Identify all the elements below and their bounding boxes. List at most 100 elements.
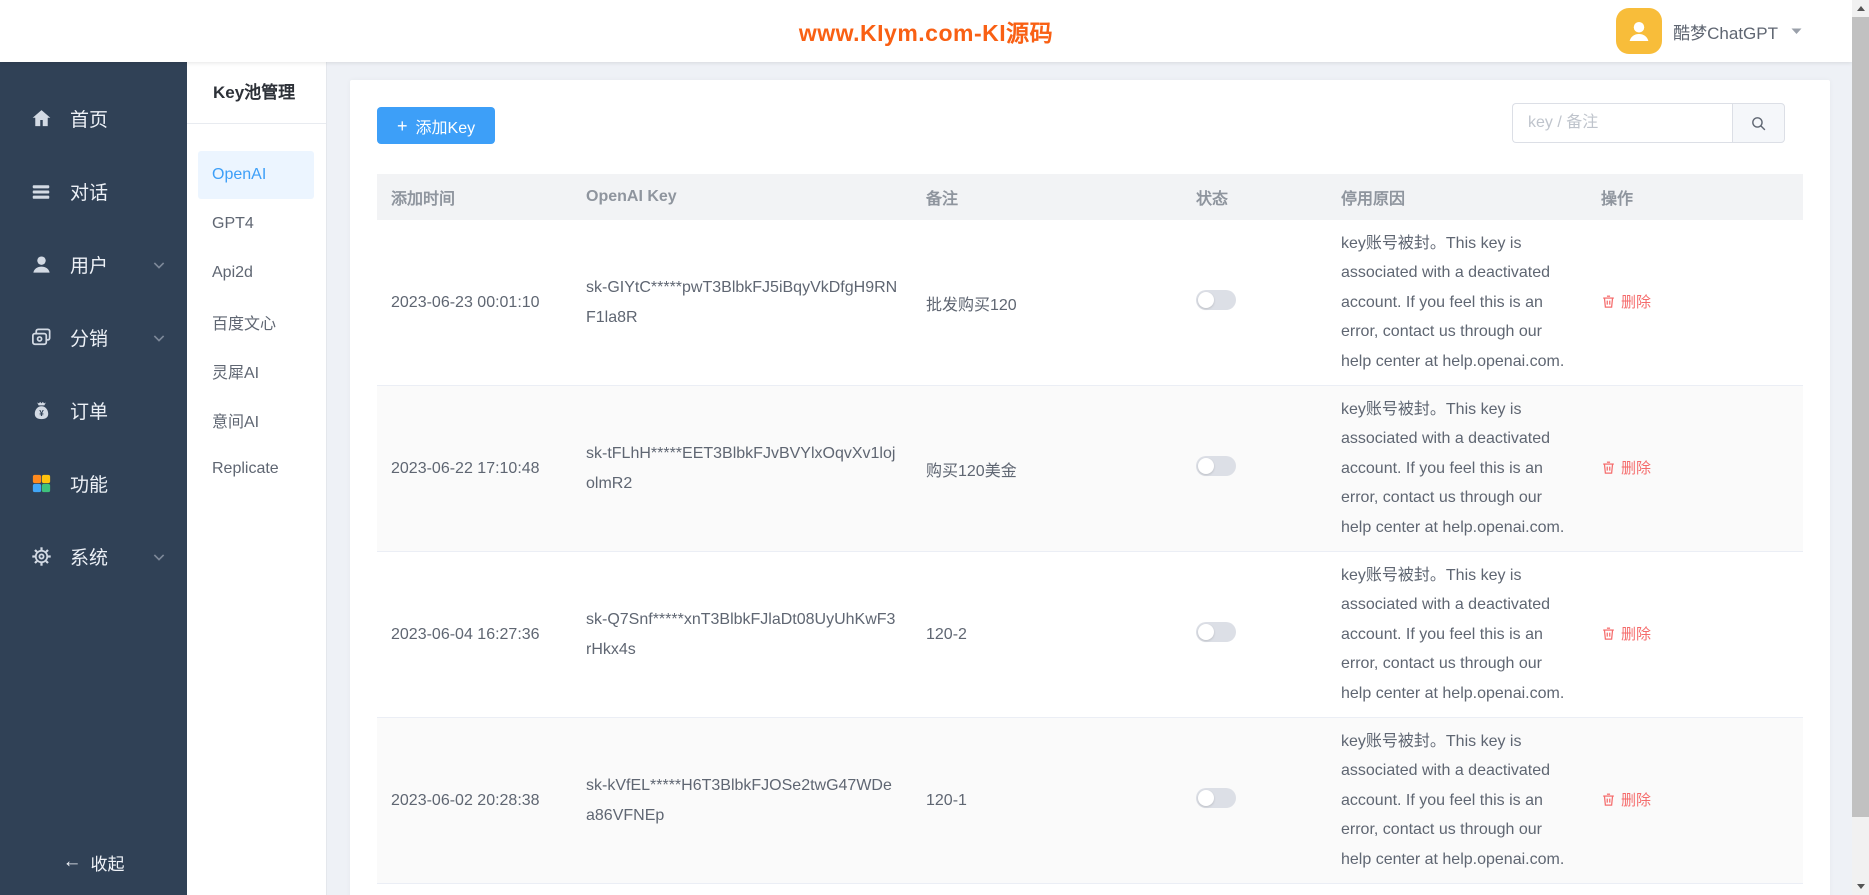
trash-icon (1601, 294, 1616, 309)
table-body: 2023-06-23 00:01:10 sk-GIYtC*****pwT3Blb… (377, 220, 1803, 884)
table-row: 2023-06-04 16:27:36 sk-Q7Snf*****xnT3Blb… (377, 552, 1803, 718)
list-icon (29, 180, 53, 204)
main-sidebar: 首页 对话 用户 分销 ¥ 订单 功能 系统 ← 收起 (0, 62, 187, 895)
submenu-item-replicate[interactable]: Replicate (198, 445, 314, 493)
delete-button[interactable]: 删除 (1601, 457, 1651, 478)
sidebar-collapse-button[interactable]: ← 收起 (0, 839, 187, 885)
submenu-item-lingxi-ai[interactable]: 灵犀AI (198, 347, 314, 395)
sidebar-item-users[interactable]: 用户 (0, 228, 187, 301)
trash-icon (1601, 792, 1616, 807)
status-toggle[interactable] (1196, 788, 1236, 808)
avatar[interactable] (1616, 8, 1663, 54)
delete-label: 删除 (1621, 294, 1652, 311)
delete-button[interactable]: 删除 (1601, 291, 1651, 312)
cell-status (1182, 622, 1327, 647)
cell-added-time: 2023-06-04 16:27:36 (391, 625, 540, 643)
column-header: 备注 (926, 191, 959, 208)
table-row: 2023-06-23 00:01:10 sk-GIYtC*****pwT3Blb… (377, 220, 1803, 386)
sidebar-nav: 首页 对话 用户 分销 ¥ 订单 功能 系统 (0, 62, 187, 593)
home-icon (29, 107, 53, 131)
cell-openai-key: sk-kVfEL*****H6T3BlbkFJOSe2twG47WDea86VF… (586, 776, 892, 824)
cell-added-time: 2023-06-23 00:01:10 (391, 293, 540, 311)
cell-added-time: 2023-06-02 20:28:38 (391, 791, 540, 809)
submenu-title: Key池管理 (187, 62, 326, 124)
cell-note: 120-2 (926, 625, 967, 643)
submenu-item-baidu-wenxin[interactable]: 百度文心 (198, 298, 314, 346)
table-header: 添加时间 OpenAI Key 备注 状态 停用原因 操作 (377, 174, 1803, 220)
table-row: 2023-06-02 20:28:38 sk-kVfEL*****H6T3Blb… (377, 718, 1803, 884)
sidebar-item-orders[interactable]: ¥ 订单 (0, 374, 187, 447)
key-table: 添加时间 OpenAI Key 备注 状态 停用原因 操作 2023-06-23 00:0… (377, 174, 1803, 884)
cell-actions: 删除 (1587, 291, 1803, 314)
cell-actions: 删除 (1587, 789, 1803, 812)
cell-openai-key: sk-Q7Snf*****xnT3BlbkFJlaDt08UyUhKwF3rHk… (586, 610, 896, 658)
cell-note: 购买120美金 (926, 462, 1017, 480)
chevron-down-icon (153, 334, 165, 342)
search-group (1512, 103, 1785, 143)
column-header: 状态 (1196, 191, 1229, 208)
delete-button[interactable]: 删除 (1601, 623, 1651, 644)
collapse-label: 收起 (90, 854, 125, 874)
submenu-item-api2d[interactable]: Api2d (198, 249, 314, 297)
sidebar-item-system[interactable]: 系统 (0, 520, 187, 593)
status-toggle[interactable] (1196, 456, 1236, 476)
cell-added-time: 2023-06-22 17:10:48 (391, 459, 540, 477)
table-row: 2023-06-22 17:10:48 sk-tFLhH*****EET3Blb… (377, 386, 1803, 552)
submenu-list: OpenAI GPT4 Api2d 百度文心 灵犀AI 意间AI Replica… (187, 151, 326, 493)
scrollbar-up-arrow[interactable] (1852, 0, 1869, 17)
sidebar-item-home[interactable]: 首页 (0, 82, 187, 155)
topbar: www.KIym.com-KI源码 酷梦ChatGPT (0, 0, 1852, 62)
user-name: 酷梦ChatGPT (1673, 23, 1778, 43)
cell-disable-reason: key账号被封。This key is associated with a de… (1341, 732, 1565, 868)
cell-note: 120-1 (926, 791, 967, 809)
cell-status (1182, 290, 1327, 315)
user-menu[interactable]: 酷梦ChatGPT (1616, 8, 1802, 54)
cell-openai-key: sk-tFLhH*****EET3BlbkFJvBVYlxOqvXv1lojol… (586, 444, 896, 492)
submenu-item-openai[interactable]: OpenAI (198, 151, 314, 199)
add-key-label: 添加Key (415, 119, 476, 137)
svg-text:¥: ¥ (39, 409, 44, 418)
sidebar-item-chat[interactable]: 对话 (0, 155, 187, 228)
column-header: 操作 (1601, 191, 1634, 208)
cell-openai-key: sk-GIYtC*****pwT3BlbkFJ5iBqyVkDfgH9RNF1l… (586, 278, 898, 326)
app: www.KIym.com-KI源码 酷梦ChatGPT 首页 对话 用户 分销 … (0, 0, 1869, 895)
cell-actions: 删除 (1587, 457, 1803, 480)
cell-actions: 删除 (1587, 623, 1803, 646)
chevron-down-icon (153, 553, 165, 561)
key-pool-sidebar: Key池管理 OpenAI GPT4 Api2d 百度文心 灵犀AI 意间AI … (187, 62, 327, 895)
search-input[interactable] (1512, 103, 1732, 143)
plus-icon: + (397, 115, 408, 136)
delete-label: 删除 (1621, 626, 1652, 643)
site-banner: www.KIym.com-KI源码 (798, 20, 1054, 46)
money-bag-icon: ¥ (29, 399, 53, 423)
trash-icon (1601, 460, 1616, 475)
add-key-button[interactable]: + 添加Key (377, 107, 496, 144)
arrow-left-icon: ← (62, 851, 82, 872)
sidebar-item-distribution[interactable]: 分销 (0, 301, 187, 374)
scrollbar-thumb[interactable] (1852, 17, 1869, 817)
page-scrollbar[interactable] (1852, 0, 1869, 895)
column-header: 停用原因 (1341, 191, 1406, 208)
scrollbar-down-arrow[interactable] (1852, 878, 1869, 895)
submenu-item-gpt4[interactable]: GPT4 (198, 200, 314, 248)
cell-disable-reason: key账号被封。This key is associated with a de… (1341, 234, 1565, 370)
cell-status (1182, 788, 1327, 813)
chevron-down-icon (1791, 28, 1802, 35)
cards-icon (29, 326, 53, 350)
toolbar: + 添加Key (350, 80, 1830, 147)
submenu-item-yijian-ai[interactable]: 意间AI (198, 396, 314, 444)
delete-button[interactable]: 删除 (1601, 789, 1651, 810)
delete-label: 删除 (1621, 460, 1652, 477)
gear-icon (29, 545, 53, 569)
status-toggle[interactable] (1196, 290, 1236, 310)
trash-icon (1601, 626, 1616, 641)
cell-status (1182, 456, 1327, 481)
user-icon (29, 253, 53, 277)
search-button[interactable] (1732, 103, 1785, 143)
sidebar-item-features[interactable]: 功能 (0, 447, 187, 520)
person-icon (1624, 16, 1654, 46)
status-toggle[interactable] (1196, 622, 1236, 642)
main-content: + 添加Key 添加时间 OpenAI Key 备注 状态 停用原因 操作 2023-06… (327, 62, 1852, 895)
cell-disable-reason: key账号被封。This key is associated with a de… (1341, 400, 1565, 536)
content-card: + 添加Key 添加时间 OpenAI Key 备注 状态 停用原因 操作 2023-06… (350, 80, 1830, 895)
